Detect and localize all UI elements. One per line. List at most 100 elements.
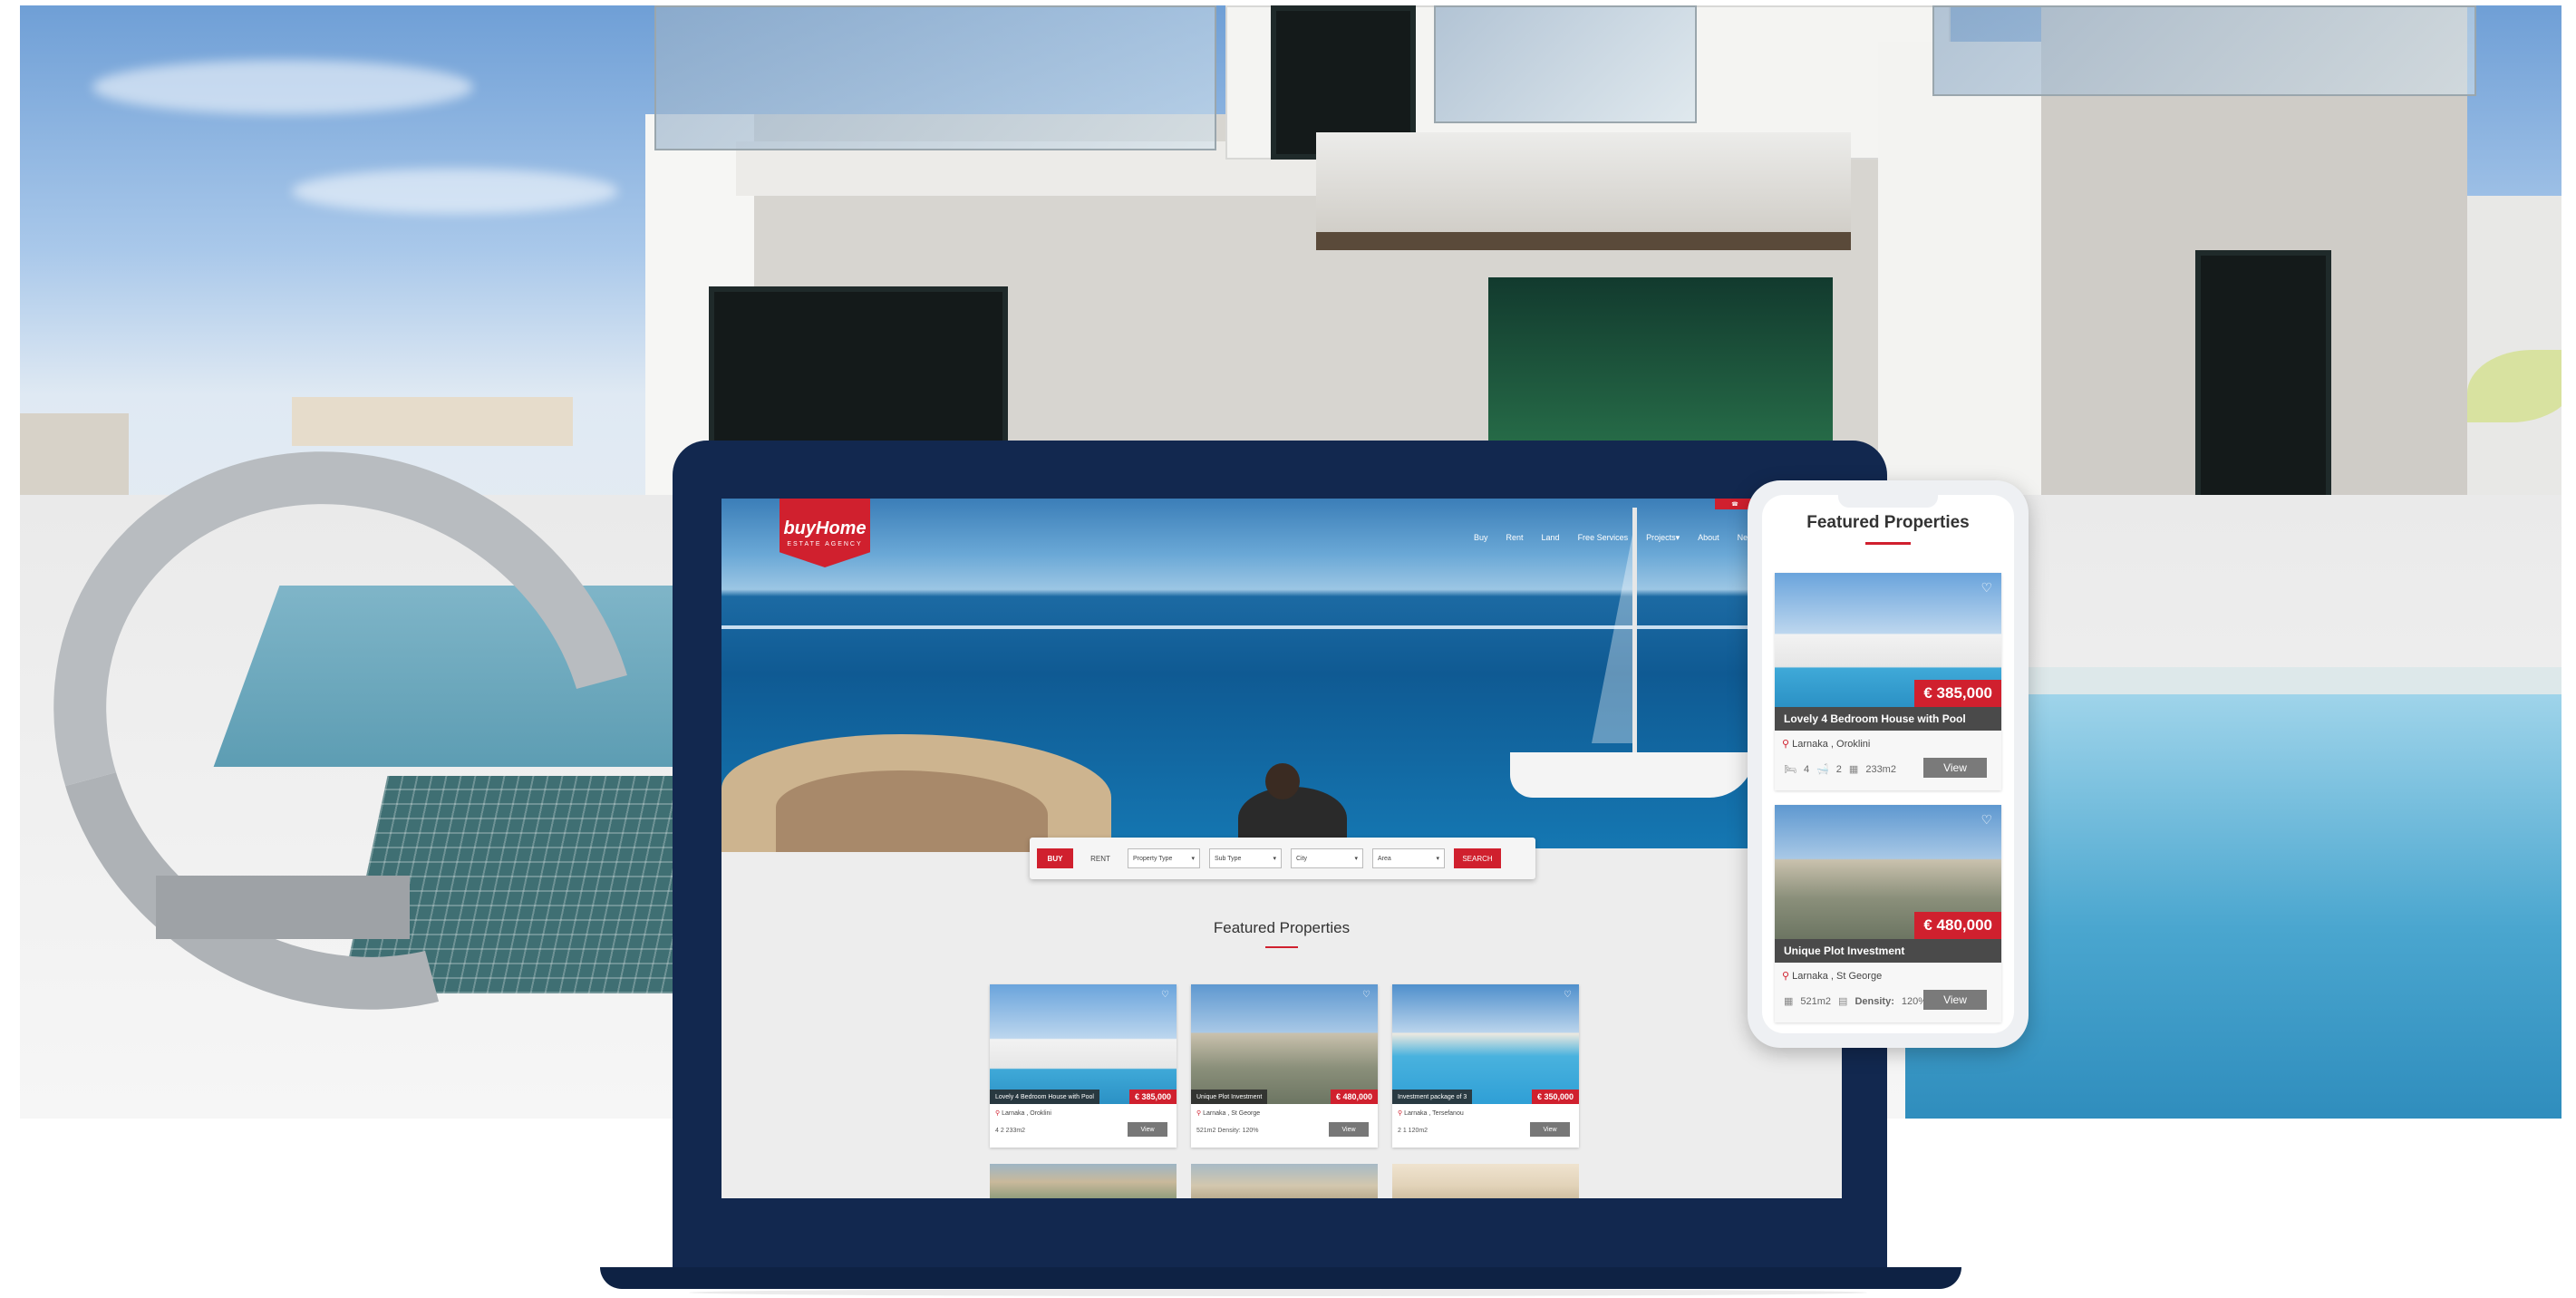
property-title: Investment package of 3 [1392,1090,1473,1104]
phone-icon: ☎ [1731,501,1738,508]
glass-balcony [654,5,1216,150]
glass-balcony [1932,5,2476,96]
map-pin-icon: ⚲ [1398,1110,1403,1117]
bath-icon: 🛁 [1816,764,1829,775]
desktop-website-screen: buyHome ESTATE AGENCY ☎ Buy Rent Land Fr… [721,499,1842,1198]
location-text: Larnaka , Oroklini [1792,739,1871,750]
rent-toggle[interactable]: RENT [1082,848,1119,868]
city-select[interactable]: City ▾ [1291,848,1363,868]
area-value: 233m2 [1865,763,1896,775]
property-search-bar: BUY RENT Property Type ▾ Sub Type ▾ City ▾ … [1030,838,1535,879]
chevron-down-icon: ▾ [1191,856,1195,862]
property-type-value: Property Type [1133,855,1173,862]
heart-icon[interactable]: ♡ [1362,990,1370,1000]
property-price: € 385,000 [1128,1090,1177,1104]
boat-mast [1632,508,1637,761]
property-photo [990,984,1177,1104]
couple-head [1265,763,1300,799]
property-location: ⚲ Larnaka , Oroklini [995,1109,1051,1117]
property-photo[interactable] [990,1164,1177,1198]
buy-toggle[interactable]: BUY [1037,848,1073,868]
property-card[interactable]: ♡ € 480,000 Unique Plot Investment ⚲ Lar… [1775,805,2001,1022]
search-button[interactable]: SEARCH [1454,848,1501,868]
villa-canopy [1316,132,1851,250]
property-location: ⚲ Larnaka , Oroklini [1782,738,1870,750]
nav-free-services[interactable]: Free Services [1578,533,1629,543]
chevron-down-icon: ▾ [1436,856,1439,862]
density-icon: ▤ [1838,996,1848,1007]
area-icon: ▦ [1784,996,1794,1007]
boat-sail [1592,535,1632,743]
sub-type-value: Sub Type [1215,855,1242,862]
villa-white-column [1878,42,2050,513]
property-card[interactable]: ♡ Lovely 4 Bedroom House with Pool € 385… [990,984,1177,1148]
heart-icon[interactable]: ♡ [1161,990,1169,1000]
sub-type-select[interactable]: Sub Type ▾ [1209,848,1282,868]
property-meta: 🛏 4 🛁 2 ▦ 233m2 [1784,763,1896,776]
laptop-base [600,1267,1961,1289]
property-title: Unique Plot Investment [1775,939,2001,963]
chevron-down-icon: ▾ [1354,856,1358,862]
property-location: ⚲ Larnaka , Tersefanou [1398,1109,1464,1117]
area-select[interactable]: Area ▾ [1372,848,1445,868]
buyhome-logo[interactable]: buyHome ESTATE AGENCY [780,499,870,567]
map-pin-icon: ⚲ [1782,739,1790,750]
beds-count: 4 [1803,763,1810,775]
property-photo[interactable] [1191,1164,1378,1198]
phone-notch [1838,495,1938,508]
chevron-down-icon: ▾ [1273,856,1276,862]
property-card[interactable]: ♡ Investment package of 3 € 350,000 ⚲ La… [1392,984,1579,1148]
chevron-down-icon: ▾ [1675,533,1680,542]
heart-icon[interactable]: ♡ [1980,812,1992,828]
heading-underline [1265,946,1298,948]
view-button[interactable]: View [1128,1122,1167,1137]
catamaran [1510,752,1755,798]
nav-rent[interactable]: Rent [1506,533,1524,543]
property-card[interactable]: ♡ € 385,000 Lovely 4 Bedroom House with … [1775,573,2001,790]
property-photo[interactable] [1392,1164,1579,1198]
heart-icon[interactable]: ♡ [1980,580,1992,596]
nav-buy[interactable]: Buy [1474,533,1488,543]
property-title: Unique Plot Investment [1191,1090,1268,1104]
featured-properties-heading: Featured Properties [1213,919,1351,936]
view-button[interactable]: View [1329,1122,1369,1137]
property-title: Lovely 4 Bedroom House with Pool [990,1090,1099,1104]
property-type-select[interactable]: Property Type ▾ [1128,848,1200,868]
map-pin-icon: ⚲ [1196,1110,1202,1117]
mobile-website-screen: Featured Properties ♡ € 385,000 Lovely 4… [1762,495,2014,1033]
second-cards-row [990,1164,1579,1198]
location-text: Larnaka , St George [1792,971,1883,982]
property-meta: 4 2 233m2 [995,1128,1026,1134]
area-value: Area [1378,855,1391,862]
laptop-shadow [689,1289,1867,1296]
view-button[interactable]: View [1923,990,1987,1010]
view-button[interactable]: View [1923,758,1987,778]
heart-icon[interactable]: ♡ [1564,990,1572,1000]
property-meta: 521m2 Density: 120% [1196,1128,1259,1134]
property-title: Lovely 4 Bedroom House with Pool [1775,707,2001,731]
logo-subtext: ESTATE AGENCY [787,541,863,547]
property-price: € 350,000 [1531,1090,1579,1104]
featured-properties-heading: Featured Properties [1806,513,1970,532]
nav-projects[interactable]: Projects▾ [1646,533,1680,543]
nav-about[interactable]: About [1698,533,1719,543]
location-text: Larnaka , St George [1203,1110,1261,1117]
property-price: € 480,000 [1330,1090,1378,1104]
view-button[interactable]: View [1530,1122,1570,1137]
top-navigation: Buy Rent Land Free Services Projects▾ Ab… [1474,533,1758,543]
logo-text: buyHome [783,518,867,538]
fountain-base [156,876,410,939]
baths-count: 2 [1835,763,1842,775]
heading-underline [1865,542,1911,545]
area-value: 521m2 [1800,995,1832,1007]
property-price: € 385,000 [1914,680,2001,707]
property-card[interactable]: ♡ Unique Plot Investment € 480,000 ⚲ Lar… [1191,984,1378,1148]
cloud [92,60,473,114]
cloud [292,169,618,214]
property-location: ⚲ Larnaka , St George [1196,1109,1260,1117]
property-price: € 480,000 [1914,912,2001,939]
nav-land[interactable]: Land [1542,533,1560,543]
bed-icon: 🛏 [1784,764,1796,775]
density-label: Density: [1855,995,1894,1007]
property-meta: ▦ 521m2 ▤ Density: 120% [1784,995,1927,1008]
